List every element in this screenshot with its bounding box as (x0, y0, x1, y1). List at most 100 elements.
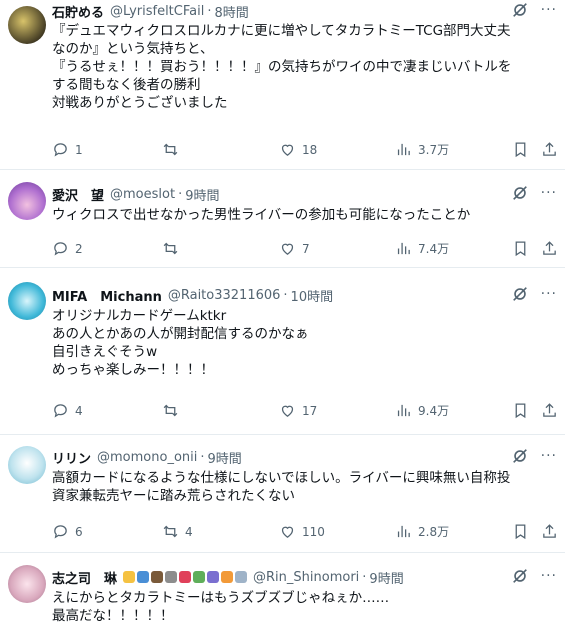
share-icon (543, 142, 556, 156)
reply-button[interactable]: 4 (52, 402, 83, 419)
share-button[interactable] (541, 402, 558, 419)
post-text: オリジナルカードゲームktkr あの人とかあの人が開封配信するのかなぁ 自引きえ… (52, 308, 309, 378)
like-button[interactable]: 7 (279, 240, 310, 257)
view-count: 3.7万 (418, 143, 450, 157)
repost-icon (163, 525, 178, 538)
share-icon (543, 403, 556, 417)
view-count: 9.4万 (418, 404, 450, 418)
avatar[interactable] (8, 565, 46, 603)
post-time[interactable]: 9時間 (369, 568, 403, 587)
grok-icon[interactable] (511, 1, 529, 19)
more-options-icon[interactable]: ··· (541, 448, 557, 464)
like-button[interactable]: 17 (279, 402, 317, 419)
author-handle[interactable]: @momono_onii (97, 450, 197, 465)
more-options-icon[interactable]: ··· (541, 286, 557, 302)
author-handle[interactable]: @moeslot (110, 187, 175, 202)
repost-button[interactable] (162, 141, 185, 158)
bookmark-icon (515, 403, 526, 419)
author-handle[interactable]: @Raito33211606 (168, 288, 281, 303)
grok-icon[interactable] (511, 285, 529, 303)
post-4[interactable]: リリン @momono_onii · 9時間 ··· 高額カードになるような仕様… (0, 435, 565, 553)
repost-button[interactable]: 4 (162, 523, 193, 540)
reply-count: 2 (75, 241, 83, 256)
bookmark-button[interactable] (512, 402, 529, 419)
post-time[interactable]: 9時間 (208, 448, 242, 467)
author-handle[interactable]: @Rin_Shinomori (253, 570, 359, 585)
reply-count: 4 (75, 403, 83, 418)
post-2[interactable]: 愛沢 望 @moeslot · 9時間 ··· ウィクロスで出せなかった男性ライ… (0, 170, 565, 268)
repost-icon (163, 242, 178, 255)
more-options-icon[interactable]: ··· (541, 568, 557, 584)
bookmark-icon (515, 142, 526, 158)
bowl-emoji-icon (193, 571, 206, 583)
post-text: えにからとタカラトミーはもうズブズブじゃねぇか…… 最高だな！！！！！ (52, 590, 390, 624)
post-1[interactable]: 石貯める @LyrisfeltCFail · 8時間 ··· 『デュエマウィクロ… (0, 0, 565, 170)
share-button[interactable] (541, 141, 558, 158)
grok-icon[interactable] (511, 184, 529, 202)
views-button[interactable]: 3.7万 (395, 141, 449, 158)
reply-button[interactable]: 6 (52, 523, 83, 540)
more-options-icon[interactable]: ··· (541, 185, 557, 201)
bookmark-button[interactable] (512, 523, 529, 540)
skate-emoji-icon (207, 571, 220, 583)
heart-icon (281, 526, 294, 538)
action-bar: 6 4 110 2.8万 (52, 523, 557, 543)
views-button[interactable]: 2.8万 (395, 523, 449, 540)
views-button[interactable]: 7.4万 (395, 240, 449, 257)
like-count: 17 (302, 403, 318, 418)
author-handle[interactable]: @LyrisfeltCFail (110, 4, 204, 19)
like-count: 7 (302, 241, 310, 256)
repost-icon (163, 404, 178, 417)
like-button[interactable]: 18 (279, 141, 317, 158)
views-icon (397, 143, 410, 156)
post-5[interactable]: 志之司 琳 @Rin_Shinomori · 9時間 ··· えにからとタカラト… (0, 553, 565, 633)
bookmark-button[interactable] (512, 240, 529, 257)
reply-icon (54, 242, 67, 256)
car-emoji-icon (137, 571, 150, 583)
like-button[interactable]: 110 (279, 523, 325, 540)
reply-count: 6 (75, 524, 83, 539)
name-emoji-decorations (121, 570, 248, 585)
avatar[interactable] (8, 282, 46, 320)
like-count: 110 (302, 524, 325, 539)
author-name[interactable]: 愛沢 望 (52, 185, 104, 204)
share-button[interactable] (541, 240, 558, 257)
ribbon-emoji-icon (179, 571, 192, 583)
post-time[interactable]: 8時間 (214, 2, 248, 21)
author-name[interactable]: リリン (52, 448, 91, 467)
more-options-icon[interactable]: ··· (541, 2, 557, 18)
reply-button[interactable]: 2 (52, 240, 83, 257)
heart-icon (281, 144, 294, 156)
hammer-emoji-icon (165, 571, 178, 583)
bookmark-button[interactable] (512, 141, 529, 158)
repost-button[interactable] (162, 240, 185, 257)
avatar[interactable] (8, 6, 46, 44)
action-bar: 4 17 9.4万 (52, 402, 557, 422)
repost-count: 4 (185, 524, 193, 539)
share-button[interactable] (541, 523, 558, 540)
repost-button[interactable] (162, 402, 185, 419)
bookmark-icon (515, 524, 526, 540)
post-time[interactable]: 10時間 (291, 286, 334, 305)
views-icon (397, 525, 410, 538)
views-button[interactable]: 9.4万 (395, 402, 449, 419)
like-count: 18 (302, 142, 318, 157)
bath-emoji-icon (221, 571, 234, 583)
post-text: ウィクロスで出せなかった男性ライバーの参加も可能になったことか (52, 207, 471, 223)
reply-button[interactable]: 1 (52, 141, 83, 158)
author-name[interactable]: 志之司 琳 (52, 568, 117, 587)
grok-icon[interactable] (511, 447, 529, 465)
reply-icon (54, 404, 67, 418)
avatar[interactable] (8, 446, 46, 484)
bookmark-icon (515, 241, 526, 257)
grok-icon[interactable] (511, 567, 529, 585)
avatar[interactable] (8, 182, 46, 220)
crown-emoji-icon (123, 571, 136, 583)
share-icon (543, 524, 556, 538)
author-name[interactable]: MIFA Michann (52, 286, 162, 305)
repost-icon (163, 143, 178, 156)
post-time[interactable]: 9時間 (185, 185, 219, 204)
author-name[interactable]: 石貯める (52, 2, 104, 21)
reply-icon (54, 143, 67, 157)
post-3[interactable]: MIFA Michann @Raito33211606 · 10時間 ··· オ… (0, 268, 565, 435)
